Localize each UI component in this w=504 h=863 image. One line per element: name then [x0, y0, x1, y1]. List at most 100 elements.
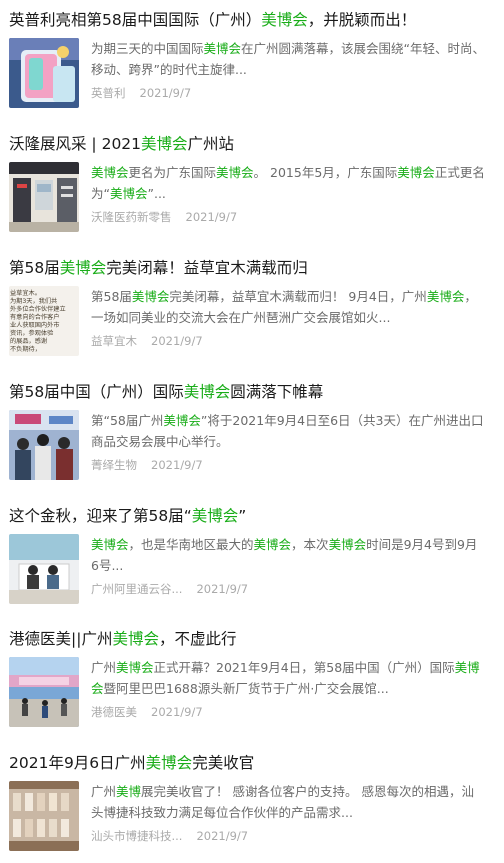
result-item[interactable]: 港德医美||广州美博会，不虚此行 广州美博会正式开幕？2021年9月4日，第58… [0, 619, 504, 743]
keyword-highlight: 美博会 [253, 537, 292, 552]
result-title[interactable]: 沃隆展风采 | 2021美博会广州站 [9, 132, 497, 156]
result-title[interactable]: 这个金秋，迎来了第58届“美博会” [9, 504, 497, 528]
snippet-text: 广州 [91, 784, 117, 799]
result-meta: 沃隆医药新零售 2021/9/7 [91, 208, 237, 226]
store-interior-photo [9, 162, 79, 232]
keyword-highlight: 美博会 [109, 186, 148, 201]
snippet-text: 。 2015年5月，广东国际 [253, 165, 398, 180]
poster-text: 的展品，感谢 [10, 337, 47, 345]
title-text: 圆满落下帷幕 [230, 383, 324, 401]
keyword-highlight: 美博会 [183, 383, 231, 401]
poster-text: 资讯，参观体验 [10, 329, 54, 337]
snippet-text: 暨阿里巴巴1688源头新厂货节于广州·广交会展馆... [103, 681, 389, 696]
result-item[interactable]: 第58届中国（广州）国际美博会圆满落下帷幕 第“58届广州美博会”将于2021年… [0, 372, 504, 496]
keyword-highlight: 美博会 [261, 11, 308, 29]
source-name[interactable]: 港德医美 [91, 703, 137, 721]
result-item[interactable]: 英普利亮相第58届中国国际（广州）美博会，并脱颖而出！ 为期三天的中国国际美博会… [0, 0, 504, 124]
booth-staff-photo [9, 534, 79, 604]
result-item[interactable]: 2021年9月6日广州美博会完美收官 广州美博展完美收官了！ 感谢各位客户的支持… [0, 743, 504, 863]
keyword-highlight: 美博会 [59, 259, 107, 277]
source-name[interactable]: 广州阿里通云谷... [91, 580, 182, 598]
title-text: 这个金秋，迎来了第58届“ [9, 507, 192, 525]
result-snippet: 第“58届广州美博会”将于2021年9月4日至6日（共3天）在广州进出口商品交易… [91, 410, 485, 452]
poster-text: 益草宜木。 [10, 289, 41, 297]
keyword-highlight: 美博会 [426, 289, 465, 304]
result-meta: 汕头市博捷科技... 2021/9/7 [91, 827, 248, 845]
expo-hall-photo [9, 657, 79, 727]
result-title[interactable]: 英普利亮相第58届中国国际（广州）美博会，并脱颖而出！ [9, 8, 497, 32]
title-text: 港德医美||广州 [9, 630, 113, 648]
poster-text: 有意向的合作客户 [10, 313, 60, 321]
product-jar-photo [9, 38, 79, 108]
title-text: 广州站 [187, 135, 235, 153]
keyword-highlight: 美博会 [91, 537, 129, 552]
keyword-highlight: 美博会 [116, 660, 154, 675]
result-title[interactable]: 第58届中国（广州）国际美博会圆满落下帷幕 [9, 380, 497, 404]
text-poster-photo: 益草宜木。 为期3天，我们共 外多位合作伙伴建立 有意向的合作客户 业人获取国内外市 资讯… [9, 286, 79, 356]
keyword-highlight: 美博会 [191, 507, 239, 525]
snippet-text: 广州 [91, 660, 117, 675]
result-snippet: 第58届美博会完美闭幕，益草宜木满载而归！ 9月4日，广州美博会，一场如同美业的… [91, 286, 485, 328]
snippet-text: 第“58届广州 [91, 413, 164, 428]
keyword-highlight: 美博会 [131, 289, 170, 304]
source-name[interactable]: 英普利 [91, 84, 126, 102]
result-snippet: 美博会更名为广东国际美博会。 2015年5月，广东国际美博会正式更名为“美博会”… [91, 162, 485, 204]
title-text: 完美闭幕！益草宜木满载而归 [106, 259, 308, 277]
result-title[interactable]: 第58届美博会完美闭幕！益草宜木满载而归 [9, 256, 497, 280]
result-snippet: 广州美博会正式开幕？2021年9月4日，第58届中国（广州）国际美博会暨阿里巴巴… [91, 657, 485, 699]
source-name[interactable]: 沃隆医药新零售 [91, 208, 172, 226]
title-text: 2021年9月6日广州 [9, 754, 146, 772]
snippet-text: ，本次 [291, 537, 329, 552]
publish-date: 2021/9/7 [151, 705, 203, 719]
title-text: 第58届中国（广州）国际 [9, 383, 184, 401]
snippet-text: ，也是华南地区最大的 [128, 537, 254, 552]
search-result-list: 英普利亮相第58届中国国际（广州）美博会，并脱颖而出！ 为期三天的中国国际美博会… [0, 0, 504, 863]
publish-date: 2021/9/7 [139, 86, 192, 100]
keyword-highlight: 美博会 [112, 630, 159, 648]
title-text: ” [238, 507, 247, 525]
publish-date: 2021/9/7 [185, 210, 238, 224]
source-name[interactable]: 汕头市博捷科技... [91, 827, 182, 845]
result-meta: 广州阿里通云谷... 2021/9/7 [91, 580, 248, 598]
title-text: ，并脱颖而出！ [307, 11, 417, 29]
keyword-highlight: 美博会 [397, 165, 435, 180]
keyword-highlight: 美博会 [328, 537, 367, 552]
expo-crowd-photo [9, 410, 79, 480]
keyword-highlight: 美博会 [203, 41, 242, 56]
title-text: 第58届 [9, 259, 60, 277]
keyword-highlight: 美博会 [216, 165, 254, 180]
result-meta: 菁绎生物 2021/9/7 [91, 456, 203, 474]
publish-date: 2021/9/7 [196, 829, 249, 843]
publish-date: 2021/9/7 [196, 582, 249, 596]
result-meta: 益草宜木 2021/9/7 [91, 332, 203, 350]
title-text: 英普利亮相第58届中国国际（广州） [9, 11, 262, 29]
keyword-highlight: 美博会 [91, 165, 129, 180]
poster-text: 外多位合作伙伴建立 [10, 305, 66, 313]
title-text: 沃隆展风采 | 2021 [9, 135, 142, 153]
snippet-text: 展完美收官了！ 感谢各位客户的支持。 感恩每次的相遇，汕头博捷科技致力满足每位合… [91, 784, 474, 820]
result-meta: 英普利 2021/9/7 [91, 84, 191, 102]
result-item[interactable]: 这个金秋，迎来了第58届“美博会” 美博会，也是华南地区最大的美博会，本次美博会… [0, 496, 504, 620]
result-snippet: 广州美博展完美收官了！ 感谢各位客户的支持。 感恩每次的相遇，汕头博捷科技致力满… [91, 781, 485, 823]
publish-date: 2021/9/7 [151, 334, 203, 348]
snippet-text: 完美闭幕，益草宜木满载而归！ 9月4日，广州 [169, 289, 427, 304]
result-title[interactable]: 港德医美||广州美博会，不虚此行 [9, 627, 497, 651]
keyword-highlight: 美博会 [163, 413, 201, 428]
title-text: 完美收官 [192, 754, 255, 772]
source-name[interactable]: 益草宜木 [91, 332, 137, 350]
result-item[interactable]: 第58届美博会完美闭幕！益草宜木满载而归 益草宜木。 为期3天，我们共 外多位合作伙伴… [0, 248, 504, 372]
source-name[interactable]: 菁绎生物 [91, 456, 137, 474]
snippet-text: 第58届 [91, 289, 132, 304]
cosmetics-shelf-photo [9, 781, 79, 851]
keyword-highlight: 美博 [116, 784, 142, 799]
result-snippet: 为期三天的中国国际美博会在广州圆满落幕，该展会围绕“年轻、时尚、移动、跨界”的时… [91, 38, 485, 80]
title-text: ，不虚此行 [158, 630, 237, 648]
snippet-text: 正式开幕？2021年9月4日，第58届中国（广州）国际 [153, 660, 455, 675]
result-snippet: 美博会，也是华南地区最大的美博会，本次美博会时间是9月4号到9月6号... [91, 534, 485, 576]
keyword-highlight: 美博会 [141, 135, 188, 153]
poster-text: 为期3天，我们共 [10, 297, 57, 305]
snippet-text: 更名为广东国际 [128, 165, 217, 180]
result-title[interactable]: 2021年9月6日广州美博会完美收官 [9, 751, 497, 775]
result-item[interactable]: 沃隆展风采 | 2021美博会广州站 美博会更名为广东国际美博会。 2015年5… [0, 124, 504, 248]
publish-date: 2021/9/7 [151, 458, 203, 472]
